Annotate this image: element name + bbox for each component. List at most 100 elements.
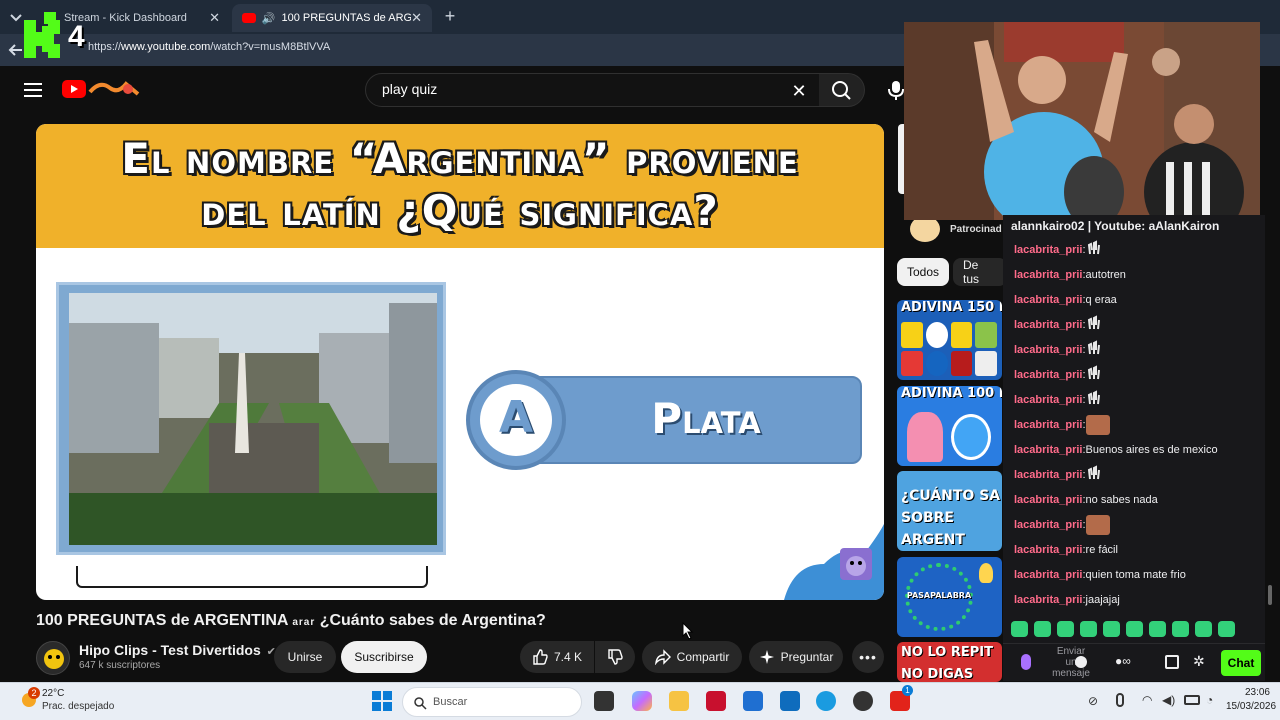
chat-message: lacabrita_prii: quien toma mate frio [1014, 562, 1186, 587]
taskbar-clock[interactable]: 23:06 15/03/2026 [1226, 687, 1276, 712]
chat-message-field[interactable]: Enviar un mensaje [1043, 644, 1099, 682]
emote-icon[interactable] [1126, 621, 1143, 637]
mic-icon[interactable] [1021, 654, 1031, 670]
menu-hamburger-icon[interactable] [24, 83, 42, 97]
chat-username[interactable]: lacabrita_prii [1014, 594, 1082, 606]
file-explorer-icon[interactable] [669, 691, 689, 711]
youtube-logo-icon[interactable] [62, 80, 86, 98]
store-icon[interactable] [743, 691, 763, 711]
chip-de-tus[interactable]: De tus [953, 258, 1007, 286]
emote-icon[interactable] [1011, 621, 1028, 637]
chat-message: lacabrita_prii: jaajajaj [1014, 587, 1120, 612]
thumbnail-adivina-personajes[interactable]: ADIVINA 100 PERSO [897, 386, 1002, 466]
chat-username[interactable]: lacabrita_prii [1014, 519, 1082, 531]
send-chat-button[interactable]: Chat [1221, 650, 1261, 676]
youtube-doodle-icon[interactable] [88, 78, 140, 100]
chat-username[interactable]: lacabrita_prii [1014, 569, 1082, 581]
taskbar-search[interactable]: Buscar [402, 687, 582, 717]
dislike-button[interactable] [595, 641, 635, 673]
chat-username[interactable]: lacabrita_prii [1014, 469, 1082, 481]
url-field[interactable]: https://www.youtube.com/watch?v=musM8Btl… [88, 41, 330, 59]
chat-text: re fácil [1085, 543, 1118, 556]
thumbnail-adivina-logos[interactable]: ADIVINA 150 LO [897, 300, 1002, 380]
speaker-icon[interactable]: 🔊 [262, 12, 276, 25]
chat-message: lacabrita_prii: Buenos aires es de mexic… [1014, 437, 1218, 462]
thumbnail-cuanto-sabes-argentina[interactable]: ¿CUÁNTO SA SOBRE ARGENT [897, 471, 1002, 551]
hands-emote-icon [1086, 365, 1102, 384]
chat-scrollbar[interactable] [1268, 585, 1272, 605]
chat-message: lacabrita_prii: [1014, 362, 1102, 387]
subscribe-button[interactable]: Suscribirse [341, 641, 427, 673]
tray-volume-icon[interactable]: ◀) [1162, 693, 1175, 707]
close-tab-icon[interactable]: ✕ [209, 10, 220, 26]
emote-icon[interactable] [1057, 621, 1074, 637]
chat-username[interactable]: lacabrita_prii [1014, 344, 1082, 356]
video-player[interactable]: El nombre “Argentina” proviene del latín… [36, 124, 884, 600]
question-photo-frame [56, 282, 446, 555]
chat-username[interactable]: lacabrita_prii [1014, 244, 1082, 256]
emote-icon[interactable] [1149, 621, 1166, 637]
thumbnail-no-lo-repitas[interactable]: NO LO REPIT NO DIGAS [897, 642, 1002, 682]
new-tab-plus-icon[interactable]: + [440, 6, 460, 26]
outlook-icon[interactable] [780, 691, 800, 711]
more-actions-button[interactable]: ••• [852, 641, 884, 673]
close-tab-icon[interactable]: ✕ [411, 10, 422, 26]
ask-button[interactable]: Preguntar [749, 641, 843, 673]
answer-option-a[interactable]: A Plata [466, 370, 862, 470]
thumbnail-title: ADIVINA 100 PERSO [901, 386, 1002, 401]
chip-todos[interactable]: Todos [897, 258, 950, 286]
buenos-aires-obelisk-photo [69, 293, 437, 545]
url-host: www.youtube.com [121, 41, 211, 53]
taskbar-search-placeholder: Buscar [433, 696, 468, 708]
search-input[interactable] [382, 81, 782, 97]
answer-letter: A [498, 392, 534, 443]
like-button[interactable]: 7.4 K [520, 641, 594, 673]
obs-icon[interactable] [853, 691, 873, 711]
chat-tools-icon[interactable]: ●∞ [1115, 654, 1131, 668]
chat-username[interactable]: lacabrita_prii [1014, 394, 1082, 406]
emoji-picker-icon[interactable] [1075, 656, 1087, 668]
mcafee-icon[interactable] [706, 691, 726, 711]
emote-icon[interactable] [1034, 621, 1051, 637]
chat-username[interactable]: lacabrita_prii [1014, 444, 1082, 456]
roblox-icon[interactable]: 1 [890, 685, 913, 711]
chat-message: lacabrita_prii: [1014, 387, 1102, 412]
video-title-main: 100 PREGUNTAS de ARGENTINA [36, 612, 288, 629]
chat-username[interactable]: lacabrita_prii [1014, 419, 1082, 431]
task-view-icon[interactable] [594, 691, 614, 711]
join-button[interactable]: Unirse [274, 641, 336, 673]
chat-username[interactable]: lacabrita_prii [1014, 494, 1082, 506]
thumbnail-title: ADIVINA 150 LO [901, 300, 1002, 315]
tray-mic-icon[interactable] [1116, 693, 1124, 707]
emote-icon[interactable] [1172, 621, 1189, 637]
settings-gear-icon[interactable]: ✲ [1193, 653, 1205, 670]
tray-bell-icon[interactable]: ◔ [1206, 693, 1213, 707]
gift-icon[interactable] [1165, 655, 1179, 669]
share-button[interactable]: Compartir [642, 641, 742, 673]
thumbnail-pasapalabra[interactable]: PASAPALABRA [897, 557, 1002, 637]
clear-search-icon[interactable]: ✕ [786, 78, 812, 104]
edge-browser-icon[interactable] [816, 691, 836, 711]
sponsor-label: Patrocinad [950, 224, 1002, 235]
emote-icon[interactable] [1080, 621, 1097, 637]
chat-username[interactable]: lacabrita_prii [1014, 294, 1082, 306]
tray-wifi-icon[interactable]: ◠ [1142, 693, 1152, 707]
clock-time: 23:06 [1244, 687, 1270, 698]
tray-battery-icon[interactable] [1184, 695, 1200, 705]
tray-network-off-icon[interactable]: ⊘ [1088, 694, 1098, 708]
chat-text: no sabes nada [1085, 493, 1158, 506]
copilot-icon[interactable] [632, 691, 652, 711]
chat-username[interactable]: lacabrita_prii [1014, 369, 1082, 381]
tab-youtube-video[interactable]: 🔊 100 PREGUNTAS de ARGENTI ✕ [232, 4, 432, 32]
chat-placeholder-line: Enviar [1056, 646, 1086, 657]
emote-icon[interactable] [1218, 621, 1235, 637]
search-button[interactable] [819, 73, 865, 107]
chat-username[interactable]: lacabrita_prii [1014, 544, 1082, 556]
channel-name[interactable]: Hipo Clips - Test Divertidos ✔ [79, 642, 276, 658]
emote-icon[interactable] [1103, 621, 1120, 637]
channel-avatar[interactable] [36, 641, 70, 675]
windows-start-icon[interactable] [372, 691, 392, 711]
chat-username[interactable]: lacabrita_prii [1014, 269, 1082, 281]
chat-username[interactable]: lacabrita_prii [1014, 319, 1082, 331]
emote-icon[interactable] [1195, 621, 1212, 637]
